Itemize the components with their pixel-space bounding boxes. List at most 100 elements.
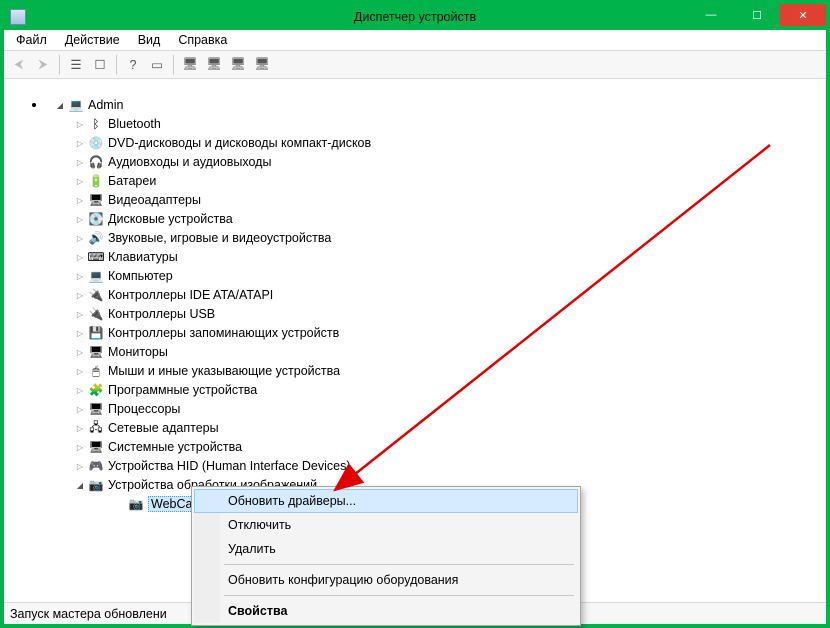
chevron-down-icon[interactable] <box>74 479 86 491</box>
tree-category-label: Контроллеры запоминающих устройств <box>108 326 339 340</box>
device-category-icon: 🖥 <box>88 401 104 417</box>
maximize-button[interactable]: ☐ <box>734 4 780 26</box>
device-category-icon: 🔊 <box>88 230 104 246</box>
device-category-icon: 🖱 <box>88 363 104 379</box>
chevron-right-icon[interactable] <box>74 441 86 453</box>
chevron-right-icon[interactable] <box>74 232 86 244</box>
tree-category-node[interactable]: 🔊 Звуковые, игровые и видеоустройства <box>74 229 824 248</box>
device-category-icon: 🔌 <box>88 287 104 303</box>
tree-category-label: Мониторы <box>108 345 168 359</box>
app-icon <box>10 9 26 25</box>
close-button[interactable]: ✕ <box>780 4 826 26</box>
tree-category-node[interactable]: 🖥 Мониторы <box>74 343 824 362</box>
chevron-right-icon[interactable] <box>74 194 86 206</box>
tree-category-node[interactable]: 🖥 Видеоадаптеры <box>74 191 824 210</box>
cm-scan[interactable]: Обновить конфигурацию оборудования <box>194 568 578 592</box>
tree-category-label: Клавиатуры <box>108 250 178 264</box>
status-text: Запуск мастера обновлени <box>10 607 167 621</box>
tree-category-label: Процессоры <box>108 402 180 416</box>
separator <box>116 55 117 75</box>
chevron-right-icon[interactable] <box>74 422 86 434</box>
tree-category-label: Батареи <box>108 174 156 188</box>
tree-category-label: Программные устройства <box>108 383 257 397</box>
separator <box>59 55 60 75</box>
help-button[interactable]: ? <box>122 54 144 76</box>
properties-button[interactable]: ☐ <box>89 54 111 76</box>
scan-hardware-button[interactable]: 🖥 <box>179 54 201 76</box>
chevron-right-icon[interactable] <box>74 213 86 225</box>
device-category-icon: 🎮 <box>88 458 104 474</box>
tree-category-node[interactable]: 🎮 Устройства HID (Human Interface Device… <box>74 457 824 476</box>
chevron-right-icon[interactable] <box>74 137 86 149</box>
tree-category-label: Звуковые, игровые и видеоустройства <box>108 231 331 245</box>
minimize-button[interactable]: — <box>688 4 734 26</box>
tree-category-node[interactable]: 🖥 Процессоры <box>74 400 824 419</box>
tree-category-node[interactable]: 🔌 Контроллеры USB <box>74 305 824 324</box>
chevron-right-icon[interactable] <box>74 175 86 187</box>
device-category-icon: 💾 <box>88 325 104 341</box>
view-button[interactable]: ▭ <box>146 54 168 76</box>
tree-category-node[interactable]: 🖥 Системные устройства <box>74 438 824 457</box>
menu-help[interactable]: Справка <box>170 31 235 49</box>
device-category-icon: 📷 <box>88 477 104 493</box>
cm-remove[interactable]: Удалить <box>194 537 578 561</box>
tree-category-label: Сетевые адаптеры <box>108 421 219 435</box>
cm-properties[interactable]: Свойства <box>194 599 578 623</box>
menubar: Файл Действие Вид Справка <box>4 30 826 51</box>
cm-update-drivers[interactable]: Обновить драйверы... <box>194 489 578 513</box>
chevron-right-icon[interactable] <box>74 270 86 282</box>
tree-category-label: Мыши и иные указывающие устройства <box>108 364 340 378</box>
cm-disable[interactable]: Отключить <box>194 513 578 537</box>
chevron-right-icon[interactable] <box>74 156 86 168</box>
chevron-right-icon[interactable] <box>74 365 86 377</box>
chevron-right-icon[interactable] <box>74 384 86 396</box>
tree-root-node[interactable]: 💻 Admin <box>54 96 824 115</box>
tree-category-node[interactable]: 💿 DVD-дисководы и дисководы компакт-диск… <box>74 134 824 153</box>
tree-category-label: Системные устройства <box>108 440 242 454</box>
tree-category-node[interactable]: 🧩 Программные устройства <box>74 381 824 400</box>
back-button[interactable]: ⮜ <box>8 54 30 76</box>
menu-action[interactable]: Действие <box>57 31 128 49</box>
chevron-right-icon[interactable] <box>74 118 86 130</box>
tree-category-node[interactable]: 🎧 Аудиовходы и аудиовыходы <box>74 153 824 172</box>
tree-category-node[interactable]: 💽 Дисковые устройства <box>74 210 824 229</box>
update-driver-button[interactable]: 🖥 <box>203 54 225 76</box>
tree-root-label: Admin <box>88 98 123 112</box>
tree-category-label: Компьютер <box>108 269 173 283</box>
chevron-right-icon[interactable] <box>74 251 86 263</box>
device-category-icon: 🖥 <box>88 439 104 455</box>
device-category-icon: 🎧 <box>88 154 104 170</box>
tree-category-node[interactable]: 🖱 Мыши и иные указывающие устройства <box>74 362 824 381</box>
chevron-down-icon[interactable] <box>54 99 66 111</box>
tree-category-node[interactable]: 💻 Компьютер <box>74 267 824 286</box>
tree-category-label: Дисковые устройства <box>108 212 233 226</box>
chevron-right-icon[interactable] <box>74 346 86 358</box>
context-menu-separator <box>224 595 574 596</box>
chevron-right-icon[interactable] <box>74 403 86 415</box>
chevron-right-icon[interactable] <box>74 289 86 301</box>
chevron-right-icon[interactable] <box>74 460 86 472</box>
context-menu-separator <box>224 564 574 565</box>
tree-category-node[interactable]: ᛒ Bluetooth <box>74 115 824 134</box>
forward-button[interactable]: ⮞ <box>32 54 54 76</box>
device-category-icon: 💻 <box>88 268 104 284</box>
show-hide-tree-button[interactable]: ☰ <box>65 54 87 76</box>
tree-category-node[interactable]: ⌨ Клавиатуры <box>74 248 824 267</box>
tree-category-node[interactable]: 🔌 Контроллеры IDE ATA/ATAPI <box>74 286 824 305</box>
webcam-icon: 📷 <box>128 496 144 512</box>
device-category-icon: 🖥 <box>88 344 104 360</box>
menu-file[interactable]: Файл <box>8 31 55 49</box>
separator <box>173 55 174 75</box>
tree-category-node[interactable]: 💾 Контроллеры запоминающих устройств <box>74 324 824 343</box>
tree-category-node[interactable]: 🔋 Батареи <box>74 172 824 191</box>
chevron-right-icon[interactable] <box>74 308 86 320</box>
tree-category-label: DVD-дисководы и дисководы компакт-дисков <box>108 136 371 150</box>
tree-category-node[interactable]: 🖧 Сетевые адаптеры <box>74 419 824 438</box>
device-category-icon: 🖧 <box>88 420 104 436</box>
titlebar: Диспетчер устройств — ☐ ✕ <box>4 4 826 30</box>
device-category-icon: ⌨ <box>88 249 104 265</box>
uninstall-button[interactable]: 🖥 <box>227 54 249 76</box>
menu-view[interactable]: Вид <box>130 31 169 49</box>
disable-button[interactable]: 🖥 <box>251 54 273 76</box>
chevron-right-icon[interactable] <box>74 327 86 339</box>
